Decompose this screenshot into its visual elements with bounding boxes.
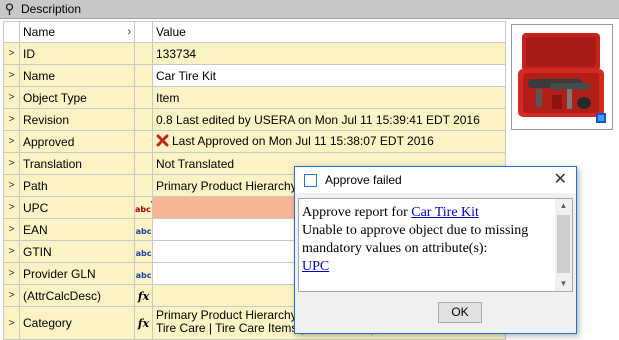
object-link[interactable]: Car Tire Kit xyxy=(411,205,479,220)
ok-button[interactable]: OK xyxy=(438,302,482,323)
expand-arrow-icon[interactable]: > xyxy=(3,64,20,87)
row-label: Name xyxy=(19,64,135,87)
expand-arrow-icon[interactable]: > xyxy=(3,240,20,263)
row-label: Translation xyxy=(19,152,135,175)
row-value[interactable]: 133734 xyxy=(152,42,506,65)
row-label: Category xyxy=(19,306,135,340)
grid-header-row: Name › Value xyxy=(3,21,506,43)
message-line-1: Approve report for Car Tire Kit xyxy=(302,204,552,222)
red-x-icon xyxy=(156,134,169,150)
table-row[interactable]: > Revision 0.8 Last edited by USERA on M… xyxy=(3,108,506,131)
table-row[interactable]: > ID 133734 xyxy=(3,42,506,65)
approve-failed-dialog: Approve failed ✕ Approve report for Car … xyxy=(294,166,577,334)
type-cell xyxy=(134,174,153,197)
type-cell xyxy=(134,86,153,109)
value-column-header[interactable]: Value xyxy=(152,21,506,43)
row-label: Provider GLN xyxy=(19,262,135,285)
scroll-thumb[interactable] xyxy=(557,215,570,273)
message-prefix: Approve report for xyxy=(302,205,408,220)
chevron-right-icon[interactable]: › xyxy=(127,26,131,38)
expand-arrow-icon[interactable]: > xyxy=(3,174,20,197)
row-label: Approved xyxy=(19,130,135,153)
row-value: Last Approved on Mon Jul 11 15:38:07 EDT… xyxy=(172,133,434,148)
description-panel-header: Description xyxy=(0,0,619,19)
header-type-cell xyxy=(134,21,153,43)
pin-icon[interactable] xyxy=(5,3,15,15)
scroll-up-icon[interactable]: ▲ xyxy=(555,199,572,213)
expand-arrow-icon[interactable]: > xyxy=(3,306,20,340)
message-body: Unable to approve object due to missing … xyxy=(302,223,529,256)
expand-arrow-icon[interactable]: > xyxy=(3,284,20,307)
expand-arrow-icon[interactable]: > xyxy=(3,108,20,131)
dialog-titlebar[interactable]: Approve failed ✕ xyxy=(295,167,576,193)
window-icon xyxy=(304,173,317,187)
row-label: Revision xyxy=(19,108,135,131)
name-header-label: Name xyxy=(23,25,56,39)
name-column-header[interactable]: Name › xyxy=(19,21,135,43)
row-label: GTIN xyxy=(19,240,135,263)
row-label: ID xyxy=(19,42,135,65)
type-cell xyxy=(134,108,153,131)
text-type-icon: abc xyxy=(134,240,153,263)
expand-arrow-icon[interactable]: > xyxy=(3,86,20,109)
expand-arrow-icon[interactable]: > xyxy=(3,130,20,153)
close-icon[interactable]: ✕ xyxy=(554,171,567,187)
expand-arrow-icon[interactable]: > xyxy=(3,218,20,241)
calculated-fx-icon: fx xyxy=(134,306,153,340)
calculated-fx-icon: fx xyxy=(134,284,153,307)
row-label: Object Type xyxy=(19,86,135,109)
type-cell xyxy=(134,64,153,87)
row-value[interactable]: Car Tire Kit xyxy=(152,64,506,87)
scroll-down-icon[interactable]: ▼ xyxy=(555,277,572,291)
table-row[interactable]: > Name Car Tire Kit xyxy=(3,64,506,87)
approval-status-cell: Last Approved on Mon Jul 11 15:38:07 EDT… xyxy=(152,130,506,153)
message-area: Approve report for Car Tire Kit Unable t… xyxy=(298,198,573,292)
row-label: UPC xyxy=(19,196,135,219)
text-type-icon: abc xyxy=(134,218,153,241)
expand-arrow-icon[interactable]: > xyxy=(3,262,20,285)
attribute-link[interactable]: UPC xyxy=(302,259,329,274)
type-cell xyxy=(134,130,153,153)
type-cell xyxy=(134,152,153,175)
expand-arrow-icon[interactable]: > xyxy=(3,196,20,219)
expand-arrow-icon[interactable]: > xyxy=(3,152,20,175)
dialog-title: Approve failed xyxy=(325,173,402,187)
tire-kit-image xyxy=(512,25,612,129)
table-row[interactable]: > Object Type Item xyxy=(3,86,506,109)
value-header-label: Value xyxy=(156,25,186,39)
product-thumbnail[interactable] xyxy=(511,24,613,130)
header-expand-cell xyxy=(3,21,20,43)
vertical-scrollbar[interactable]: ▲ ▼ xyxy=(555,199,572,291)
text-type-error-icon: abc xyxy=(134,196,153,219)
row-label: Path xyxy=(19,174,135,197)
expand-arrow-icon[interactable]: > xyxy=(3,42,20,65)
type-cell xyxy=(134,42,153,65)
text-type-icon: abc xyxy=(134,262,153,285)
row-value: Item xyxy=(152,86,506,109)
panel-title: Description xyxy=(21,2,82,16)
table-row[interactable]: > Approved Last Approved on Mon Jul 11 1… xyxy=(3,130,506,153)
row-value: 0.8 Last edited by USERA on Mon Jul 11 1… xyxy=(152,108,506,131)
row-label: (AttrCalcDesc) xyxy=(19,284,135,307)
row-label: EAN xyxy=(19,218,135,241)
